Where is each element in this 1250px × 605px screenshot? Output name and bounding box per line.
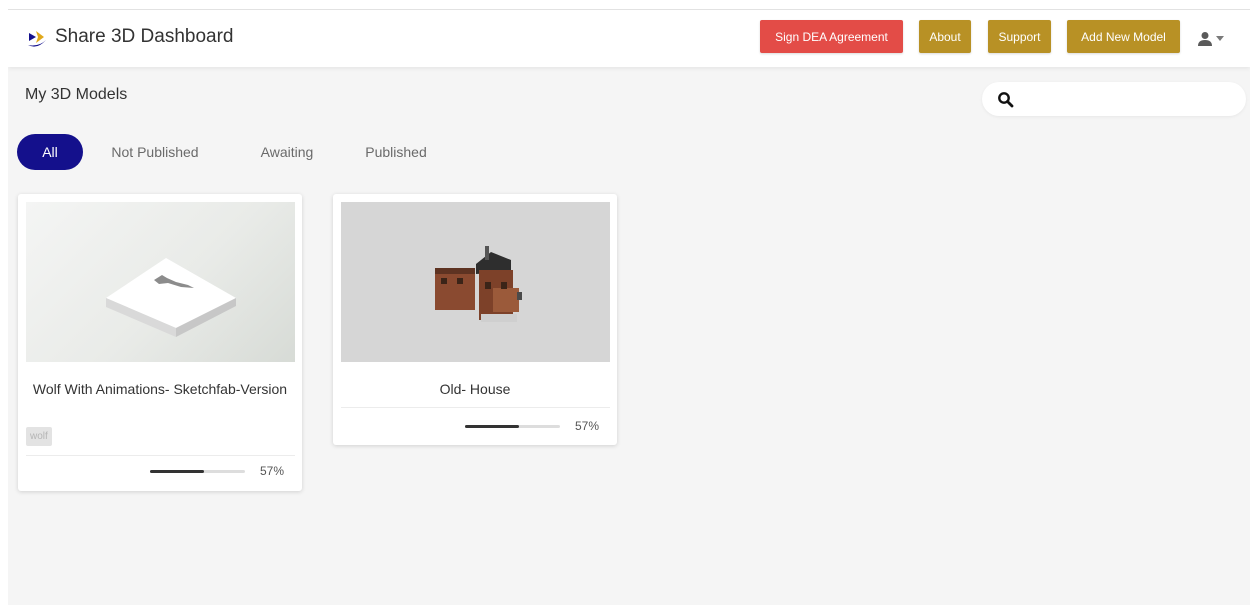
dashboard-app: Share 3D Dashboard Sign DEA Agreement Ab…: [8, 9, 1250, 605]
upload-progress-bar: [150, 470, 245, 473]
share3d-logo-icon: [28, 31, 46, 47]
tab-awaiting[interactable]: Awaiting: [253, 134, 321, 170]
page-title: My 3D Models: [25, 86, 128, 103]
upload-progress-fill: [150, 470, 205, 473]
model-thumbnail[interactable]: [26, 202, 295, 362]
user-icon: [1198, 32, 1212, 46]
model-thumbnail[interactable]: [341, 202, 610, 362]
search-input[interactable]: [1022, 86, 1236, 114]
model-preview-image: [106, 258, 236, 337]
model-name: Wolf With Animations- Sketchfab-Version: [32, 381, 288, 397]
card-divider: [341, 407, 610, 408]
upload-progress-fill: [465, 425, 520, 428]
upload-progress-percent: 57%: [575, 419, 600, 433]
search-icon: [998, 92, 1014, 108]
sign-dea-agreement-button[interactable]: Sign DEA Agreement: [760, 20, 903, 53]
chevron-down-icon: [1216, 36, 1224, 41]
model-name: Old- House: [439, 381, 511, 397]
model-card[interactable]: Old- House 57%: [333, 194, 617, 445]
about-button[interactable]: About: [919, 20, 971, 53]
model-tag: wolf: [26, 427, 52, 446]
model-preview-image: [435, 246, 522, 322]
app-title: Share 3D Dashboard: [55, 26, 234, 47]
tab-published[interactable]: Published: [361, 134, 431, 170]
app-header: Share 3D Dashboard Sign DEA Agreement Ab…: [8, 10, 1250, 67]
search-box: [982, 82, 1246, 116]
user-menu[interactable]: [1198, 28, 1234, 50]
add-new-model-button[interactable]: Add New Model: [1067, 20, 1180, 53]
tab-not-published[interactable]: Not Published: [105, 134, 205, 170]
support-button[interactable]: Support: [988, 20, 1051, 53]
upload-progress-percent: 57%: [260, 464, 285, 478]
upload-progress-bar: [465, 425, 560, 428]
tab-all[interactable]: All: [17, 134, 83, 170]
card-divider: [26, 455, 295, 456]
model-card[interactable]: Wolf With Animations- Sketchfab-Version …: [18, 194, 302, 491]
